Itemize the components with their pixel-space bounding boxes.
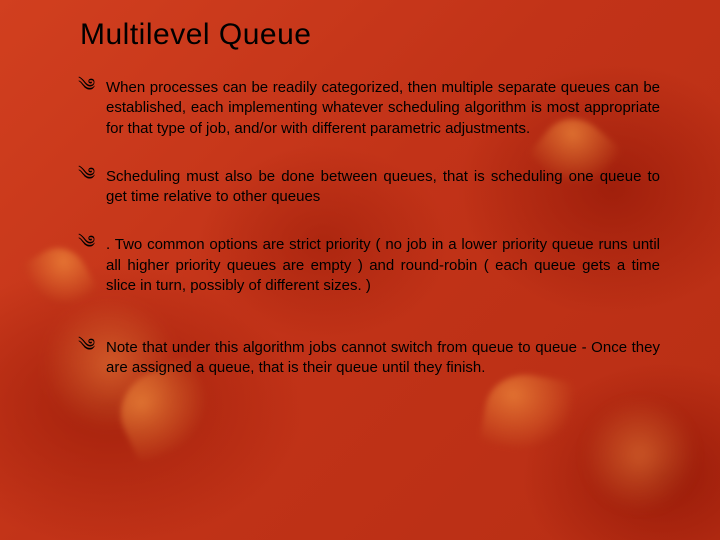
- bullet-icon: ༄: [78, 336, 95, 354]
- list-item: ༄ Scheduling must also be done between q…: [80, 167, 660, 208]
- bullet-icon: ༄: [78, 233, 95, 251]
- bullet-icon: ༄: [78, 165, 95, 183]
- bullet-text: Note that under this algorithm jobs cann…: [106, 339, 660, 376]
- bullet-text: Scheduling must also be done between que…: [106, 168, 660, 205]
- slide: Multilevel Queue ༄ When processes can be…: [0, 0, 720, 540]
- list-item: ༄ When processes can be readily categori…: [80, 78, 660, 139]
- bullet-list: ༄ When processes can be readily categori…: [80, 78, 660, 379]
- slide-title: Multilevel Queue: [80, 18, 660, 52]
- bullet-icon: ༄: [78, 76, 95, 94]
- bullet-text: When processes can be readily categorize…: [106, 79, 660, 137]
- list-item: ༄ Note that under this algorithm jobs ca…: [80, 338, 660, 379]
- list-item: ༄ . Two common options are strict priori…: [80, 235, 660, 296]
- bullet-text: . Two common options are strict priority…: [106, 236, 660, 294]
